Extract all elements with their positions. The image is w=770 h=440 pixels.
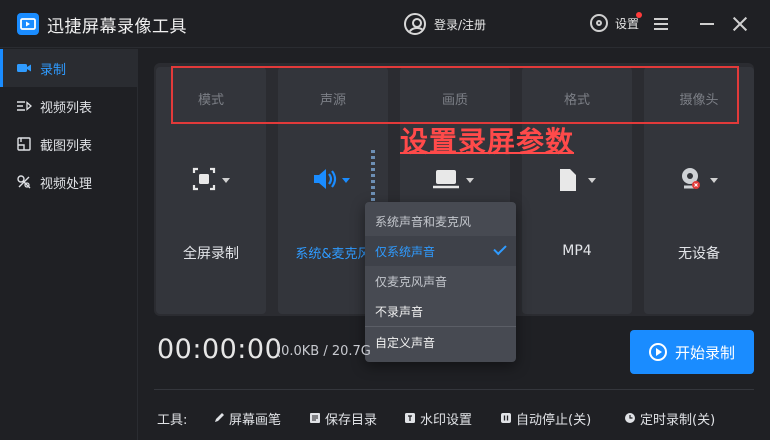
speaker-icon[interactable] [306, 165, 360, 201]
mode-value: 全屏录制 [183, 246, 239, 262]
play-icon [648, 343, 667, 361]
watermark-icon [404, 412, 416, 424]
file-icon[interactable] [550, 165, 604, 201]
tool-label: 水印设置 [420, 412, 473, 428]
dropdown-option[interactable]: 不录声音 [365, 296, 516, 326]
gear-icon [590, 14, 608, 32]
dropdown-option[interactable]: 自定义声音 [365, 327, 516, 357]
sidebar: 录制 视频列表 截图列表 视频处理 [0, 49, 138, 440]
video-process-icon [16, 174, 32, 190]
screenshot-list-icon [16, 136, 32, 152]
camera-icon[interactable] [672, 165, 726, 201]
tool-label: 定时录制(关) [640, 412, 716, 428]
annotation-highlight-box [171, 66, 739, 124]
minimize-icon[interactable] [697, 14, 717, 34]
sidebar-item-screenshot-list[interactable]: 截图列表 [0, 125, 138, 163]
close-icon[interactable] [730, 14, 750, 34]
folder-icon [309, 412, 321, 424]
sidebar-item-video-process[interactable]: 视频处理 [0, 163, 138, 201]
auto-stop-button[interactable]: 自动停止(关) [500, 408, 591, 428]
dropdown-option-selected[interactable]: 仅系统声音 [365, 236, 516, 266]
monitor-icon[interactable] [428, 165, 482, 201]
start-recording-label: 开始录制 [674, 343, 735, 362]
save-folder-button[interactable]: 保存目录 [309, 408, 377, 428]
tools-label: 工具: [157, 412, 188, 428]
tools-bar: 工具: 屏幕画笔 保存目录 水印设置 自动停止(关) 定时录制(关) [157, 408, 757, 428]
auto-stop-icon [500, 412, 512, 424]
dropdown-option[interactable]: 仅麦克风声音 [365, 266, 516, 296]
screen-pen-button[interactable]: 屏幕画笔 [213, 408, 281, 428]
sidebar-item-label: 视频处理 [40, 176, 93, 192]
divider [154, 389, 754, 390]
video-list-icon [16, 98, 32, 114]
clock-icon [624, 412, 636, 424]
notification-dot [636, 12, 642, 18]
dropdown-option[interactable]: 系统声音和麦克风 [365, 206, 516, 236]
recording-timer: 00:00:00 [157, 334, 283, 365]
user-avatar-icon [404, 13, 426, 35]
login-button[interactable]: 登录/注册 [404, 12, 486, 36]
tool-label: 保存目录 [325, 412, 378, 428]
sidebar-item-record[interactable]: 录制 [0, 49, 138, 87]
annotation-text: 设置录屏参数 [400, 125, 575, 158]
sidebar-item-label: 视频列表 [40, 100, 93, 116]
recording-size: (0.0KB / 20.7G [276, 344, 371, 359]
audio-source-dropdown[interactable]: 系统声音和麦克风 仅系统声音 仅麦克风声音 不录声音 自定义声音 [365, 202, 516, 362]
app-title: 迅捷屏幕录像工具 [47, 17, 187, 37]
start-recording-button[interactable]: 开始录制 [630, 330, 754, 374]
app-logo-icon [17, 13, 39, 35]
menu-icon[interactable] [651, 14, 671, 34]
scheduled-recording-button[interactable]: 定时录制(关) [624, 408, 715, 428]
sidebar-item-label: 截图列表 [40, 138, 93, 154]
tool-label: 屏幕画笔 [229, 412, 282, 428]
title-bar: 迅捷屏幕录像工具 登录/注册 设置 [0, 0, 770, 48]
sidebar-item-label: 录制 [40, 62, 67, 78]
camera-value: 无设备 [678, 246, 720, 262]
record-icon [16, 60, 32, 76]
format-value: MP4 [562, 243, 592, 259]
login-label: 登录/注册 [434, 17, 487, 32]
settings-label: 设置 [615, 16, 640, 31]
settings-button[interactable]: 设置 [590, 12, 642, 32]
pen-icon [213, 412, 225, 424]
watermark-settings-button[interactable]: 水印设置 [404, 408, 472, 428]
tool-label: 自动停止(关) [516, 412, 592, 428]
fullscreen-icon[interactable] [184, 165, 238, 201]
sidebar-item-video-list[interactable]: 视频列表 [0, 87, 138, 125]
